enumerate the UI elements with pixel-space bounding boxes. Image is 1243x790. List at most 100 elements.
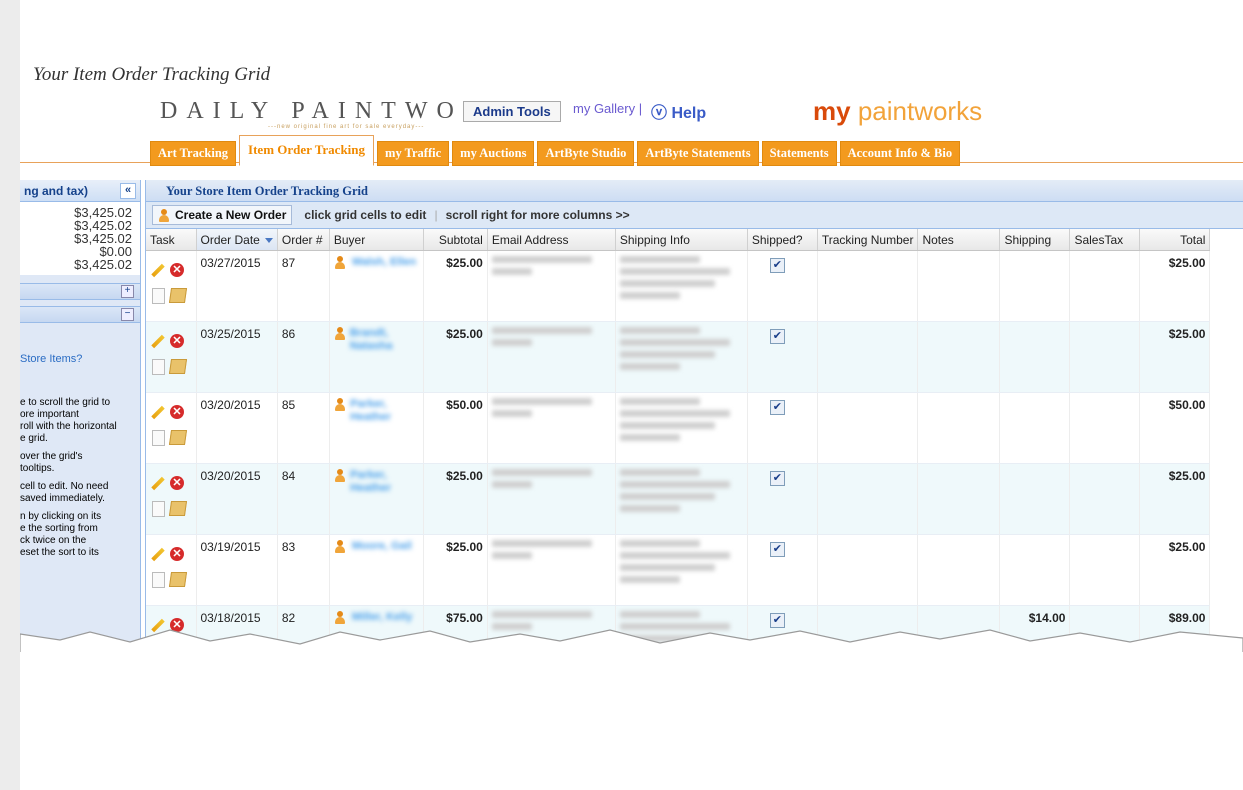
tab-statements[interactable]: Statements (761, 141, 837, 166)
shipped-cell[interactable]: ✔ (747, 463, 818, 535)
buyer-name[interactable]: Parker, Heather (350, 469, 419, 495)
document-icon[interactable] (152, 288, 165, 304)
buyer-cell[interactable]: Walsh, Ellen (329, 250, 424, 322)
collapse-icon[interactable]: − (121, 308, 134, 321)
order-number-cell[interactable]: 83 (277, 534, 330, 606)
package-icon[interactable] (168, 501, 188, 516)
column-header-shipping-info[interactable]: Shipping Info (615, 229, 748, 251)
shipping-info-cell[interactable] (615, 463, 748, 535)
column-header-notes[interactable]: Notes (917, 229, 1001, 251)
total-cell[interactable]: $25.00 (1139, 321, 1211, 393)
edit-pencil-icon[interactable] (150, 405, 166, 421)
order-date-cell[interactable]: 03/19/2015 (196, 534, 278, 606)
tracking-number-cell[interactable] (817, 250, 919, 322)
column-header-tracking-number[interactable]: Tracking Number (817, 229, 919, 251)
salestax-cell[interactable] (1069, 250, 1141, 322)
package-icon[interactable] (168, 288, 188, 303)
help-link[interactable]: ⓥ Help (651, 99, 706, 123)
total-cell[interactable]: $25.00 (1139, 534, 1211, 606)
column-header-shipped[interactable]: Shipped? (747, 229, 818, 251)
expanded-section-bar[interactable]: − (20, 306, 140, 323)
tab-item-order-tracking[interactable]: Item Order Tracking (239, 135, 375, 166)
table-row[interactable]: ✕ 03/19/2015 83 Moore, Gail $25.00 ✔ $25.00 (146, 534, 1211, 606)
shipped-cell[interactable]: ✔ (747, 534, 818, 606)
tab-artbyte-studio[interactable]: ArtByte Studio (537, 141, 635, 166)
order-number-cell[interactable]: 84 (277, 463, 330, 535)
tracking-number-cell[interactable] (817, 463, 919, 535)
total-cell[interactable]: $25.00 (1139, 463, 1211, 535)
tab-my-auctions[interactable]: my Auctions (452, 141, 535, 166)
shipped-checkbox[interactable]: ✔ (769, 329, 785, 344)
shipped-checkbox[interactable]: ✔ (769, 471, 785, 486)
shipping-cell[interactable] (999, 392, 1071, 464)
column-header-total[interactable]: Total (1139, 229, 1211, 251)
salestax-cell[interactable] (1069, 463, 1141, 535)
subtotal-cell[interactable]: $25.00 (423, 463, 488, 535)
delete-icon[interactable]: ✕ (170, 405, 184, 419)
delete-icon[interactable]: ✕ (170, 334, 184, 348)
column-header-order-number[interactable]: Order # (277, 229, 330, 251)
subtotal-cell[interactable]: $25.00 (423, 321, 488, 393)
shipped-cell[interactable]: ✔ (747, 321, 818, 393)
subtotal-cell[interactable]: $50.00 (423, 392, 488, 464)
order-number-cell[interactable]: 85 (277, 392, 330, 464)
document-icon[interactable] (152, 501, 165, 517)
edit-pencil-icon[interactable] (150, 263, 166, 279)
tab-my-traffic[interactable]: my Traffic (377, 141, 450, 166)
column-header-task[interactable]: Task (146, 229, 197, 251)
column-header-email[interactable]: Email Address (487, 229, 616, 251)
notes-cell[interactable] (917, 321, 1001, 393)
order-date-cell[interactable]: 03/20/2015 (196, 392, 278, 464)
notes-cell[interactable] (917, 463, 1001, 535)
notes-cell[interactable] (917, 250, 1001, 322)
notes-cell[interactable] (917, 392, 1001, 464)
table-row[interactable]: ✕ 03/20/2015 84 Parker, Heather $25.00 ✔ $25.0… (146, 463, 1211, 535)
order-number-cell[interactable]: 86 (277, 321, 330, 393)
shipping-cell[interactable] (999, 463, 1071, 535)
package-icon[interactable] (168, 430, 188, 445)
shipping-info-cell[interactable] (615, 392, 748, 464)
salestax-cell[interactable] (1069, 392, 1141, 464)
buyer-name[interactable]: Moore, Gail (352, 540, 412, 553)
order-date-cell[interactable]: 03/20/2015 (196, 463, 278, 535)
order-number-cell[interactable]: 87 (277, 250, 330, 322)
collapse-panel-button[interactable]: « (120, 183, 136, 199)
buyer-cell[interactable]: Parker, Heather (329, 463, 424, 535)
document-icon[interactable] (152, 359, 165, 375)
shipped-checkbox[interactable]: ✔ (769, 258, 785, 273)
table-row[interactable]: ✕ 03/25/2015 86 Brandt, Natasha $25.00 ✔ $25.0… (146, 321, 1211, 393)
buyer-name[interactable]: Walsh, Ellen (352, 256, 416, 269)
email-cell[interactable] (487, 250, 616, 322)
salestax-cell[interactable] (1069, 321, 1141, 393)
shipped-cell[interactable]: ✔ (747, 392, 818, 464)
package-icon[interactable] (168, 359, 188, 374)
store-items-link[interactable]: Store Items? (20, 353, 140, 365)
my-paintworks-logo[interactable]: my paintworks (813, 96, 982, 127)
buyer-cell[interactable]: Moore, Gail (329, 534, 424, 606)
subtotal-cell[interactable]: $25.00 (423, 534, 488, 606)
buyer-name[interactable]: Brandt, Natasha (350, 327, 419, 353)
shipped-checkbox[interactable]: ✔ (769, 542, 785, 557)
order-date-cell[interactable]: 03/27/2015 (196, 250, 278, 322)
email-cell[interactable] (487, 321, 616, 393)
shipping-info-cell[interactable] (615, 534, 748, 606)
buyer-cell[interactable]: Parker, Heather (329, 392, 424, 464)
tracking-number-cell[interactable] (817, 321, 919, 393)
tracking-number-cell[interactable] (817, 534, 919, 606)
shipping-cell[interactable] (999, 250, 1071, 322)
delete-icon[interactable]: ✕ (170, 476, 184, 490)
email-cell[interactable] (487, 463, 616, 535)
email-cell[interactable] (487, 392, 616, 464)
table-row[interactable]: ✕ 03/27/2015 87 Walsh, Ellen $25.00 ✔ $25.00 (146, 250, 1211, 322)
notes-cell[interactable] (917, 534, 1001, 606)
edit-pencil-icon[interactable] (150, 334, 166, 350)
create-new-order-button[interactable]: Create a New Order (152, 205, 293, 225)
edit-pencil-icon[interactable] (150, 476, 166, 492)
subtotal-cell[interactable]: $25.00 (423, 250, 488, 322)
column-header-buyer[interactable]: Buyer (329, 229, 424, 251)
shipping-info-cell[interactable] (615, 250, 748, 322)
edit-pencil-icon[interactable] (150, 547, 166, 563)
delete-icon[interactable]: ✕ (170, 547, 184, 561)
column-header-order-date[interactable]: Order Date (196, 229, 278, 251)
tab-art-tracking[interactable]: Art Tracking (150, 141, 237, 166)
